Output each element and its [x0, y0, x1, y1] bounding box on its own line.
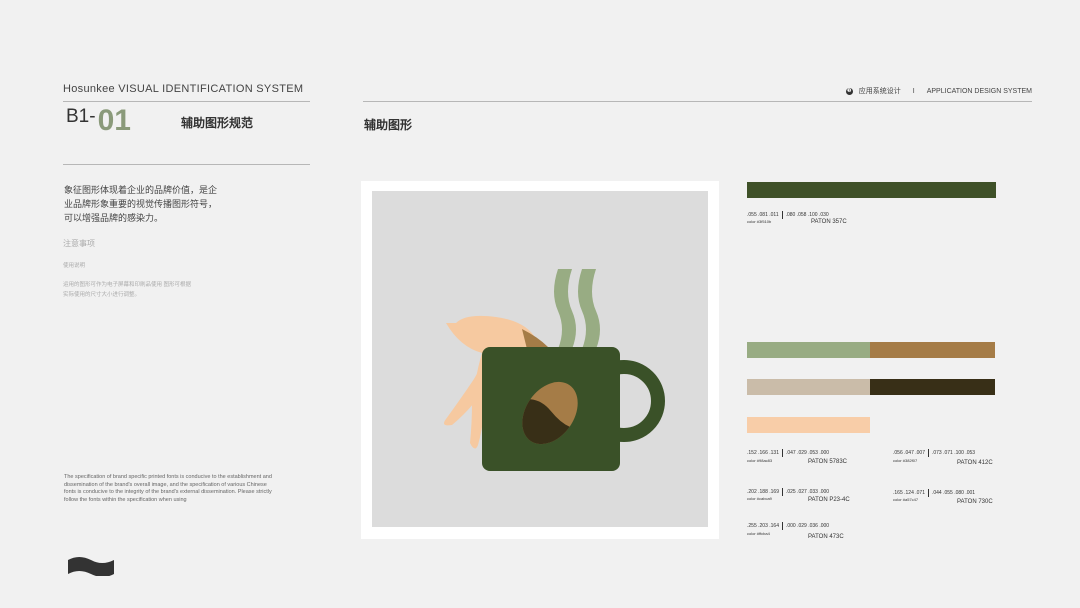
section-code-prefix: B1-: [66, 106, 96, 127]
left-top-rule: [63, 101, 310, 102]
color-1-code: color #3f510b: [747, 219, 772, 224]
steam-left: [554, 269, 576, 349]
color-values-4: .202 .188 .169 .025 .027 .033 .000: [747, 488, 829, 496]
palette-bar-tan: [870, 342, 995, 358]
color-6-cmyk: .000 .029 .036 .000: [785, 523, 830, 529]
color-5-code: color #a57c47: [893, 497, 919, 502]
palette-bar-dark-green: [747, 182, 996, 198]
palette-bar-sage: [747, 342, 870, 358]
color-6-rgb: .255 .203 .164: [747, 523, 779, 529]
color-3-pantone: PATON 412C: [957, 460, 993, 466]
brand-title: Hosunkee VISUAL IDENTIFICATION SYSTEM: [63, 83, 304, 95]
coffee-mug-with-legs-icon: [444, 269, 665, 471]
color-values-2: .152 .166 .131 .047 .029 .053 .000: [747, 449, 829, 457]
color-1-pantone: PATON 357C: [811, 219, 847, 225]
color-3-rgb: .056 .047 .007: [893, 450, 925, 456]
color-3-code: color #382f07: [893, 458, 918, 463]
wave-logo-icon: [68, 557, 114, 576]
steam-right: [578, 269, 600, 349]
notes-body: 运用的图形可作为电子屏幕和印刷品使用 图形可根据实际使用的尺寸大小进行调整。: [63, 282, 192, 298]
color-6-pantone: PATON 473C: [808, 534, 844, 540]
section-title: 辅助图形规范: [181, 116, 254, 130]
notes-subtitle: 使用说明: [63, 263, 86, 269]
color-4-cmyk: .025 .027 .033 .000: [785, 489, 830, 495]
section-code: B1-01: [66, 106, 131, 136]
color-5-cmyk: .044 .055 .080 .001: [931, 490, 976, 496]
color-1-cmyk: .080 .058 .100 .030: [785, 212, 829, 218]
color-2-rgb: .152 .166 .131: [747, 450, 779, 456]
color-4-rgb: .202 .188 .169: [747, 489, 779, 495]
color-1-rgb: .055 .081 .011: [747, 212, 779, 218]
color-4-code: color #cabca9: [747, 496, 772, 501]
color-2-code: color #98ac83: [747, 458, 773, 463]
chapter-breadcrumb: ❸ 应用系统设计 I APPLICATION DESIGN SYSTEM: [845, 86, 1032, 96]
color-values-3: .056 .047 .007 .073 .071 .100 .053: [893, 449, 975, 457]
color-3-cmyk: .073 .071 .100 .053: [931, 450, 976, 456]
chapter-number-icon: ❸: [845, 87, 853, 95]
chapter-en-label: APPLICATION DESIGN SYSTEM: [926, 87, 1032, 95]
right-top-rule: [363, 101, 1032, 102]
chapter-cn-label: 应用系统设计: [858, 88, 901, 95]
illustration-panel: [372, 191, 708, 527]
color-2-pantone: PATON 5783C: [808, 459, 848, 465]
color-values-6: .255 .203 .164 .000 .029 .036 .000: [747, 522, 829, 530]
color-5-rgb: .165 .124 .071: [893, 490, 925, 496]
english-note: The specification of brand specific prin…: [64, 474, 272, 503]
notes-title: 注意事项: [63, 239, 95, 248]
color-values-1: .055 .081 .011 .080 .058 .100 .030: [747, 211, 829, 219]
main-title: 辅助图形: [364, 118, 413, 132]
color-values-5: .165 .124 .071 .044 .055 .080 .001: [893, 489, 975, 497]
palette-bar-dark-brown: [870, 379, 995, 395]
chapter-divider: I: [912, 87, 915, 95]
description-text: 象征图形体现着企业的品牌价值，是企业品牌形象重要的视觉传播图形符号，可以增强品牌…: [64, 185, 218, 223]
left-mid-rule: [63, 164, 310, 165]
color-5-pantone: PATON 730C: [957, 499, 993, 505]
palette-bar-peach: [747, 417, 870, 433]
palette-bar-beige: [747, 379, 870, 395]
color-6-code: color #ffcba4: [747, 531, 770, 536]
color-4-pantone: PATON P23-4C: [808, 497, 850, 503]
section-code-number: 01: [97, 104, 131, 137]
color-2-cmyk: .047 .029 .053 .000: [785, 450, 830, 456]
